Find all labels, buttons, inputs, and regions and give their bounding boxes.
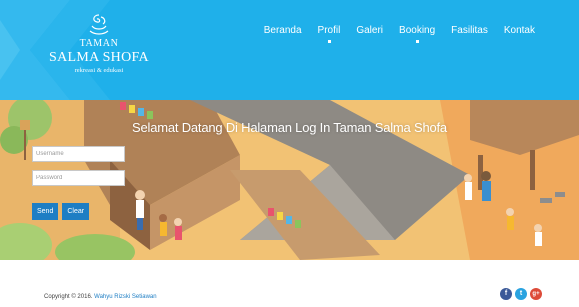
password-input[interactable]	[32, 170, 125, 186]
author-link[interactable]: Wahyu Rizski Setiawan	[94, 294, 156, 300]
nav-profil[interactable]: Profil	[310, 24, 349, 48]
google-plus-icon[interactable]: g+	[530, 288, 542, 300]
nav-fasilitas-label: Fasilitas	[451, 25, 488, 36]
nav-kontak-label: Kontak	[503, 25, 535, 36]
nav-booking-label: Booking	[399, 25, 436, 36]
hero-title: Selamat Datang Di Halaman Log In Taman S…	[132, 120, 447, 135]
nav-profil-label: Profil	[317, 25, 341, 36]
logo-emblem-icon	[89, 14, 109, 35]
main-nav: Beranda Profil Galeri Booking Fasilitas …	[256, 24, 579, 48]
copyright-text: Copyright © 2016. Wahyu Rizski Setiawan	[44, 294, 157, 300]
nav-beranda-label: Beranda	[263, 25, 302, 36]
brand-line-1: TAMAN	[79, 38, 119, 49]
copyright-label: Copyright © 2016.	[44, 294, 93, 300]
login-form: Send Clear	[32, 146, 125, 220]
clear-button[interactable]: Clear	[62, 203, 90, 220]
nav-booking[interactable]: Booking	[391, 24, 443, 48]
site-footer: Copyright © 2016. Wahyu Rizski Setiawan …	[0, 260, 579, 307]
social-links: f t g+	[500, 288, 545, 300]
hero-banner: Selamat Datang Di Halaman Log In Taman S…	[0, 100, 579, 260]
username-input[interactable]	[32, 146, 125, 162]
nav-kontak[interactable]: Kontak	[496, 24, 579, 48]
nav-galeri-label: Galeri	[356, 25, 384, 36]
nav-beranda[interactable]: Beranda	[256, 24, 310, 48]
nav-fasilitas[interactable]: Fasilitas	[443, 24, 496, 48]
twitter-icon[interactable]: t	[515, 288, 527, 300]
site-header: TAMAN SALMA SHOFA rekreasi & edukasi Ber…	[0, 0, 579, 100]
dropdown-indicator-icon	[416, 40, 420, 43]
form-actions: Send Clear	[32, 203, 125, 220]
dropdown-indicator-icon	[327, 40, 331, 43]
brand-line-2: SALMA SHOFA	[49, 50, 149, 65]
facebook-icon[interactable]: f	[500, 288, 512, 300]
site-logo[interactable]: TAMAN SALMA SHOFA rekreasi & edukasi	[44, 12, 154, 75]
nav-galeri[interactable]: Galeri	[348, 24, 391, 48]
brand-tagline: rekreasi & edukasi	[74, 67, 124, 74]
send-button[interactable]: Send	[32, 203, 59, 220]
